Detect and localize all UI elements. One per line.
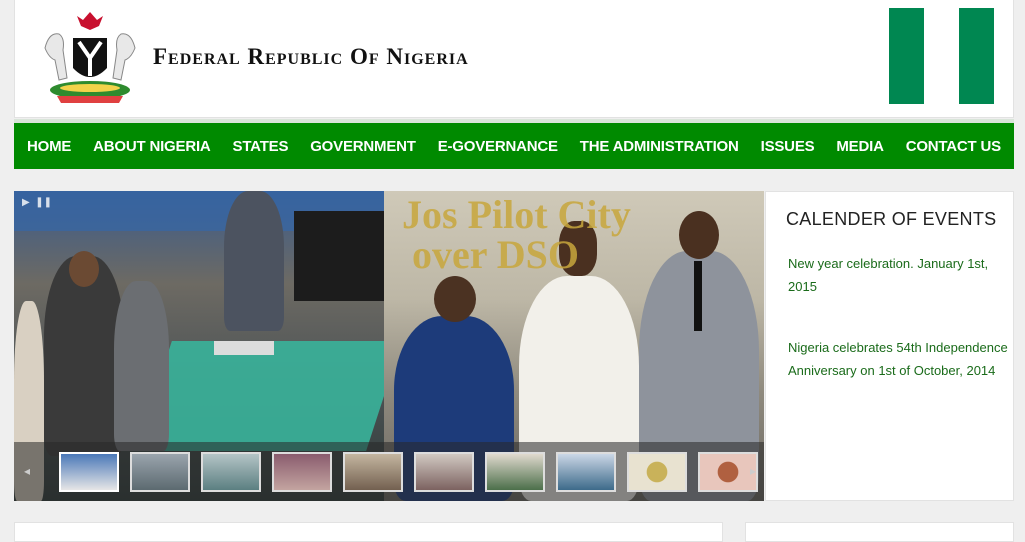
thumbnail[interactable] [130, 452, 190, 492]
site-header: Federal Republic Of Nigeria [14, 0, 1014, 118]
event-link[interactable]: Nigeria celebrates 54th Independence Ann… [788, 336, 1010, 382]
thumbnail[interactable] [556, 452, 616, 492]
nav-issues[interactable]: ISSUES [761, 138, 815, 155]
nav-the-administration[interactable]: THE ADMINISTRATION [580, 138, 739, 155]
thumbnail[interactable] [485, 452, 545, 492]
flag-stripe-right [959, 8, 994, 104]
thumbnail[interactable] [59, 452, 119, 492]
thumbnail[interactable] [343, 452, 403, 492]
thumbnail[interactable] [414, 452, 474, 492]
thumbnail[interactable] [201, 452, 261, 492]
content-panel-right [745, 522, 1014, 542]
site-title[interactable]: Federal Republic Of Nigeria [153, 44, 469, 70]
thumb-next-icon[interactable]: ▸ [750, 464, 756, 478]
calendar-of-events: CALENDER OF EVENTS New year celebration.… [765, 191, 1014, 501]
thumbnail[interactable] [272, 452, 332, 492]
thumbnail[interactable] [698, 452, 758, 492]
nigeria-flag-icon [889, 8, 994, 104]
nav-media[interactable]: MEDIA [836, 138, 884, 155]
content-panel-left [14, 522, 723, 542]
nav-e-governance[interactable]: E-GOVERNANCE [438, 138, 558, 155]
main-nav: HOME ABOUT NIGERIA STATES GOVERNMENT E-G… [14, 119, 1014, 169]
events-title: CALENDER OF EVENTS [786, 209, 997, 229]
nav-contact-us[interactable]: CONTACT US [906, 138, 1001, 155]
nav-government[interactable]: GOVERNMENT [310, 138, 416, 155]
image-slider[interactable]: Jos Pilot City over DSO ▶ ❚❚ ◂ ▸ [14, 191, 764, 501]
thumbnail-strip: ◂ ▸ [14, 442, 764, 501]
coat-of-arms-icon[interactable] [37, 8, 143, 106]
flag-stripe-center [924, 8, 959, 104]
slider-play-pause-icon[interactable]: ▶ ❚❚ [22, 197, 52, 208]
slide-banner-text: Jos Pilot City over DSO [402, 192, 631, 277]
thumbnail[interactable] [627, 452, 687, 492]
thumb-prev-icon[interactable]: ◂ [24, 464, 30, 478]
event-link[interactable]: New year celebration. January 1st, 2015 [788, 252, 1010, 298]
nav-home[interactable]: HOME [27, 138, 71, 155]
flag-stripe-left [889, 8, 924, 104]
nav-states[interactable]: STATES [233, 138, 289, 155]
nav-about-nigeria[interactable]: ABOUT NIGERIA [93, 138, 211, 155]
